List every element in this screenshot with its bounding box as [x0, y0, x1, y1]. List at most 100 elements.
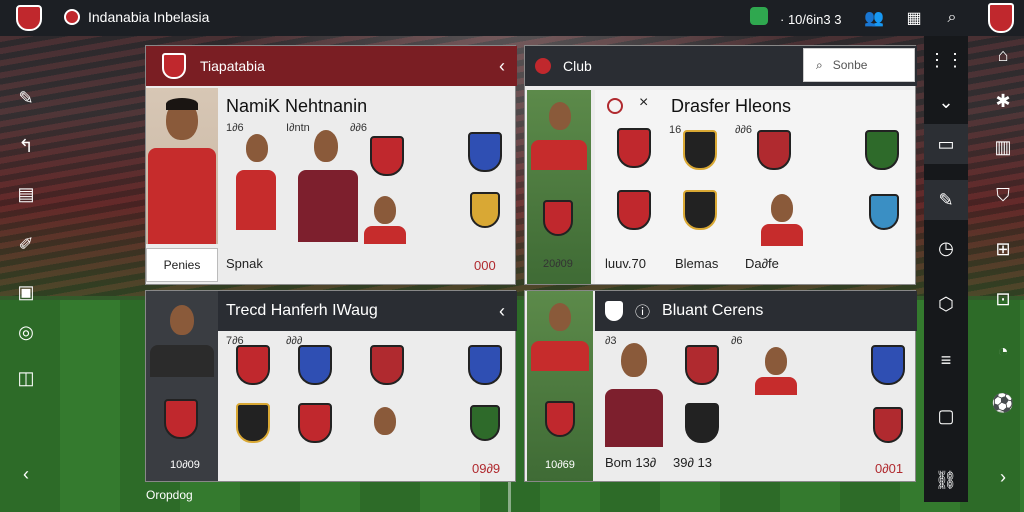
player-card[interactable]	[751, 343, 801, 395]
link-icon[interactable]: ⛓	[932, 466, 960, 494]
club-crest-icon[interactable]	[683, 130, 717, 170]
club-crest-icon[interactable]	[370, 136, 404, 176]
club-crest-icon[interactable]	[873, 407, 903, 443]
forward-arrow-icon[interactable]: ›	[990, 464, 1016, 490]
club-crest-icon[interactable]	[865, 130, 899, 170]
tile-label: 20∂09	[543, 258, 573, 270]
player-tile[interactable]	[527, 90, 591, 284]
tag-icon[interactable]: ◫	[14, 366, 38, 390]
club-crest-icon[interactable]	[685, 403, 719, 443]
search-icon[interactable]: ⌕	[942, 7, 962, 29]
arrow-icon[interactable]: ↰	[14, 134, 38, 158]
club-crest-icon[interactable]	[236, 345, 270, 385]
far-right-rail: ⌂ ✱ ▥ ⛉ ⊞ ⊡ ◔ ⚽ ›	[980, 36, 1024, 512]
footer-label-2: 39∂ 13	[673, 455, 712, 470]
right-rail: ⋮⋮ ⌄ ▭ ✎ ◷ ⬡ ≡ ▢ ⛓	[924, 36, 968, 502]
club-crest-icon[interactable]	[683, 190, 717, 230]
target-icon	[607, 98, 623, 114]
close-icon[interactable]: ×	[639, 94, 648, 112]
featured-player-photo[interactable]	[146, 88, 218, 244]
footer-label-2: Blemas	[675, 256, 719, 271]
chevron-circle-icon[interactable]: ⌄	[932, 88, 960, 116]
info-icon: ⓘ	[635, 303, 651, 321]
panel-header-title: Trecd Hanferh IWaug	[226, 302, 378, 319]
club-crest-icon[interactable]	[468, 345, 502, 385]
panel-header: ⓘ Bluant Cerens	[595, 291, 917, 331]
count-text: · 10/6in3 3	[780, 11, 842, 27]
club-crest-icon[interactable]	[869, 194, 899, 230]
player-photo[interactable]	[146, 291, 218, 481]
shield-icon[interactable]: ⛉	[990, 182, 1016, 208]
document-icon[interactable]: ▢	[932, 402, 960, 430]
home-icon[interactable]: ⌂	[990, 42, 1016, 68]
search-input[interactable]: ⌕ Sonbe	[803, 48, 915, 82]
club-crest-icon[interactable]	[236, 403, 270, 443]
club-crest-icon[interactable]	[685, 345, 719, 385]
tile-label: 10∂09	[170, 459, 200, 471]
club-crest-icon[interactable]	[871, 345, 905, 385]
club-crest-icon[interactable]	[757, 130, 791, 170]
people-icon[interactable]: 👥	[864, 7, 884, 29]
club-crest-icon[interactable]	[617, 190, 651, 230]
player-card[interactable]	[603, 341, 665, 447]
clipboard-icon[interactable]: ▣	[14, 280, 38, 304]
club-crest-icon[interactable]	[298, 345, 332, 385]
pen-icon[interactable]: ✐	[14, 232, 38, 256]
club-crest-icon[interactable]	[470, 192, 500, 228]
penalties-button[interactable]: Penies	[146, 248, 218, 282]
footer-label: Spnak	[226, 256, 263, 271]
calendar-icon[interactable]: ▦	[904, 7, 924, 29]
ball-icon[interactable]: ◎	[14, 320, 38, 344]
shield-logo-icon[interactable]	[16, 5, 42, 31]
panel-club: Club ⌕ Sonbe 20∂09 × Drasfer Hleons 16 ∂…	[524, 45, 917, 285]
player-card[interactable]	[226, 130, 286, 244]
document-icon[interactable]: ▤	[14, 182, 38, 206]
cards-icon[interactable]: ▭	[924, 124, 968, 164]
app-badge-icon	[64, 9, 80, 25]
football-icon[interactable]: ⚽	[990, 390, 1016, 416]
search-placeholder: Sonbe	[832, 58, 868, 72]
green-status-icon[interactable]	[750, 7, 768, 25]
player-name: NamiK Nehtnanin	[226, 96, 368, 116]
player-card[interactable]	[360, 403, 410, 455]
club-crest-icon[interactable]	[617, 128, 651, 168]
footer-value: 000	[474, 258, 496, 273]
collapse-icon[interactable]: ‹	[499, 301, 505, 322]
bottom-caption: Oropdog	[146, 488, 193, 502]
stat-label-1: 16	[669, 124, 682, 136]
club-icon	[535, 58, 551, 74]
club-crest-icon[interactable]	[370, 345, 404, 385]
tactics-icon[interactable]: ⊡	[990, 286, 1016, 312]
whistle-icon[interactable]: ✱	[990, 88, 1016, 114]
top-bar: Indanabia Inbelasia · 10/6in3 3 👥 ▦ ⌕	[0, 0, 1024, 36]
player-card[interactable]	[757, 190, 807, 250]
panel-header-title: Bluant Cerens	[662, 302, 764, 319]
back-arrow-icon[interactable]: ‹	[14, 462, 38, 486]
edit-icon[interactable]: ✎	[14, 86, 38, 110]
panel-transfers: 10∂09 Trecd Hanferh IWaug ‹ 7∂6 ∂∂∂ 09∂9	[145, 290, 517, 482]
tile-label: 10∂69	[545, 459, 575, 471]
list-title: Drasfer Hleons	[671, 96, 792, 116]
panel-crest-icon	[162, 53, 186, 79]
chat-icon[interactable]: ◔	[990, 338, 1016, 364]
club-crest-icon[interactable]	[298, 403, 332, 443]
grid-menu-icon[interactable]: ⋮⋮	[928, 46, 964, 74]
footer-value: 09∂9	[472, 461, 501, 476]
panel-header: Tiapatabia ‹	[146, 46, 517, 86]
panel-header-title: Club	[563, 58, 592, 74]
panel-contracts: 10∂69 ⓘ Bluant Cerens ∂3 ∂6 Bom 13∂ 39∂ …	[524, 290, 917, 482]
club-crest-icon[interactable]	[468, 132, 502, 172]
board-icon[interactable]: ▥	[990, 134, 1016, 160]
panel-header: Trecd Hanferh IWaug ‹	[218, 291, 517, 331]
clock-icon[interactable]: ◷	[932, 234, 960, 262]
list-icon[interactable]: ≡	[932, 346, 960, 374]
shield-outline-icon[interactable]: ⬡	[932, 290, 960, 318]
add-square-icon[interactable]: ⊞	[990, 236, 1016, 262]
club-crest-icon[interactable]	[988, 3, 1014, 33]
panel-players: Tiapatabia ‹ Penies NamiK Nehtnanin 1∂6 …	[145, 45, 517, 285]
player-card[interactable]	[360, 192, 410, 244]
edit-icon[interactable]: ✎	[924, 180, 968, 220]
player-tile[interactable]	[527, 291, 593, 481]
collapse-icon[interactable]: ‹	[499, 56, 505, 77]
club-crest-icon[interactable]	[470, 405, 500, 441]
